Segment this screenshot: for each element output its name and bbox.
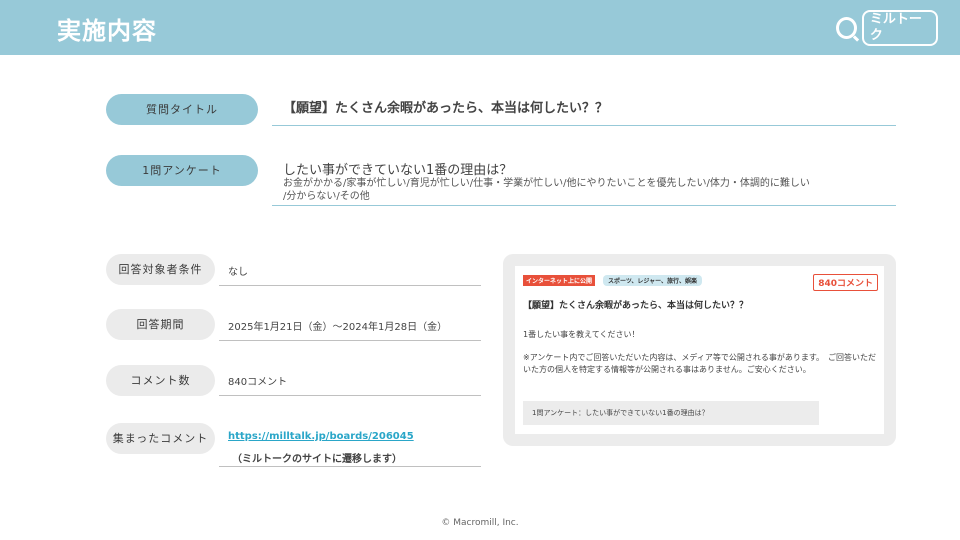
comment-count-divider	[219, 395, 481, 396]
board-preview-card: インターネット上に公開 スポーツ、レジャー、旅行、娯楽 840コメント 【願望】…	[503, 254, 896, 446]
board-preview-screen: インターネット上に公開 スポーツ、レジャー、旅行、娯楽 840コメント 【願望】…	[515, 266, 884, 434]
public-tag: インターネット上に公開	[523, 275, 596, 286]
one-question-divider	[272, 205, 896, 206]
comment-count-value: 840コメント	[228, 377, 288, 388]
question-title-value: 【願望】たくさん余暇があったら、本当は何したい？？	[283, 101, 609, 116]
period-value: 2025年1月21日（金）～2024年1月28日（金）	[228, 322, 448, 333]
collected-comments-link[interactable]: https://milltalk.jp/boards/206045	[228, 431, 414, 442]
collected-comments-divider	[219, 466, 481, 467]
answer-options: お金がかかる/家事が忙しい/育児が忙しい/仕事・学業が忙しい/他にやりたいことを…	[283, 177, 873, 203]
collected-comments-label: 集まったコメント	[106, 423, 215, 454]
search-icon	[836, 17, 857, 39]
question-title-label: 質問タイトル	[106, 94, 258, 125]
one-question-value: したい事ができていない1番の理由は？	[283, 163, 513, 178]
logo-text: ミルトーク	[861, 10, 938, 46]
period-divider	[219, 340, 481, 341]
question-title-divider	[272, 125, 896, 126]
comment-count-badge: 840コメント	[813, 274, 878, 291]
condition-divider	[219, 285, 481, 286]
period-label: 回答期間	[106, 309, 215, 340]
preview-title: 【願望】たくさん余暇があったら、本当は何したい？？	[523, 301, 749, 311]
header-bar: 実施内容 ミルトーク	[0, 0, 960, 55]
preview-question-box: 1問アンケート：したい事ができていない1番の理由は？	[523, 401, 819, 425]
page-title: 実施内容	[57, 17, 157, 45]
comment-count-label: コメント数	[106, 365, 215, 396]
one-question-label: 1問アンケート	[106, 155, 258, 186]
category-tag: スポーツ、レジャー、旅行、娯楽	[603, 275, 703, 286]
condition-label: 回答対象者条件	[106, 254, 215, 285]
preview-body-prompt: 1番したい事を教えてください！	[523, 330, 640, 339]
answer-options-line2: /分からない/その他	[283, 191, 370, 202]
answer-options-line1: お金がかかる/家事が忙しい/育児が忙しい/仕事・学業が忙しい/他にやりたいことを…	[283, 178, 810, 189]
copyright: © Macromill, Inc.	[441, 518, 519, 528]
milltalk-logo: ミルトーク	[836, 10, 938, 46]
condition-value: なし	[228, 267, 248, 278]
preview-body-notice: ※アンケート内でご回答いただいた内容は、メディア等で公開される事があります。 ご…	[523, 353, 877, 374]
collected-comments-note: （ミルトークのサイトに遷移します）	[232, 454, 402, 465]
